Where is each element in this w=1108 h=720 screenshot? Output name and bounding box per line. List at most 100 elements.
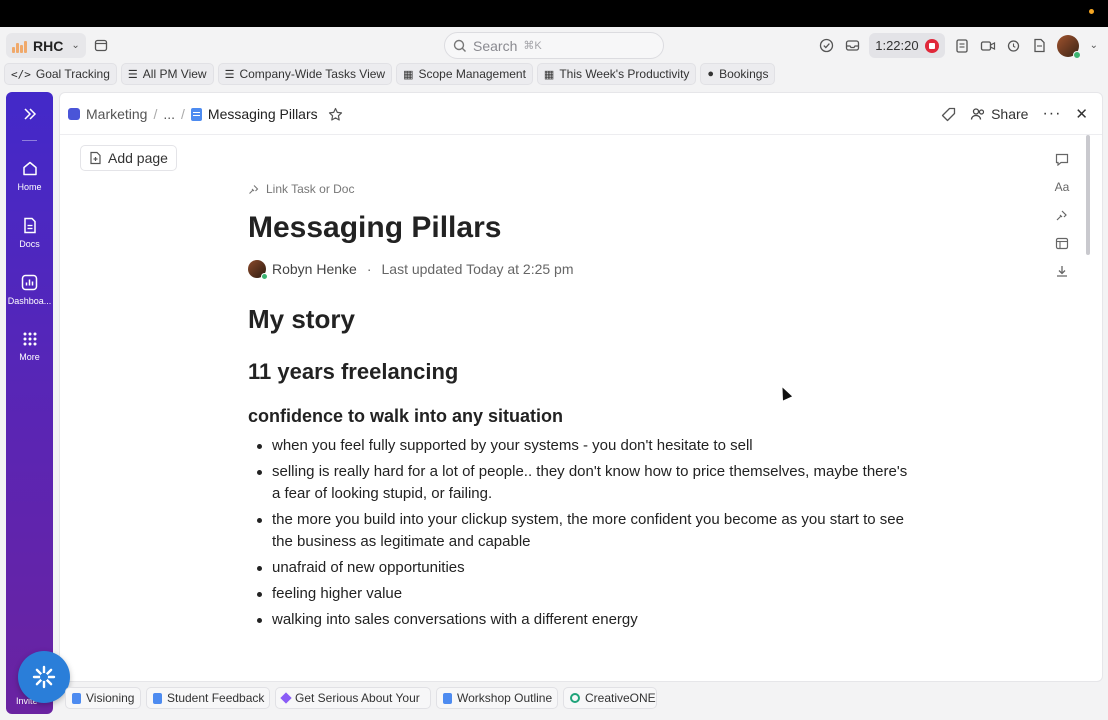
comment-icon[interactable] <box>1054 151 1070 167</box>
online-indicator <box>1072 50 1081 59</box>
link-task-icon[interactable] <box>1054 207 1070 223</box>
users-icon <box>970 108 985 120</box>
expand-sidebar-icon[interactable] <box>20 106 40 122</box>
sidebar-item-home[interactable]: Home <box>6 160 53 208</box>
workspace-logo-icon <box>12 39 28 53</box>
tray-item-visioning[interactable]: Visioning <box>65 687 141 709</box>
layout-icon[interactable] <box>1054 235 1070 251</box>
space-icon <box>68 108 80 120</box>
doc-icon <box>153 692 162 704</box>
docs-icon[interactable] <box>1031 37 1049 55</box>
search-placeholder: Search <box>473 37 518 54</box>
list-item[interactable]: the more you build into your clickup sys… <box>248 509 908 553</box>
star-icon[interactable] <box>328 107 343 122</box>
video-icon[interactable] <box>979 37 997 55</box>
sparkle-icon <box>32 665 56 689</box>
dashboards-icon <box>21 274 38 291</box>
minimized-tray: Visioning Student Feedback Get Serious A… <box>59 684 1103 712</box>
author-avatar[interactable] <box>248 260 268 280</box>
chevron-down-icon: ⌄ <box>71 40 80 51</box>
more-options-icon[interactable]: ··· <box>1042 105 1061 123</box>
header-divider <box>60 134 1102 135</box>
inbox-icon[interactable] <box>843 37 861 55</box>
download-icon[interactable] <box>1054 263 1070 279</box>
favorite-goal-tracking[interactable]: </> Goal Tracking <box>4 63 117 85</box>
tray-item-workshop-outline[interactable]: Workshop Outline <box>436 687 558 709</box>
scrollbar[interactable] <box>1086 135 1090 255</box>
docs-icon <box>23 217 36 234</box>
sidebar-item-label: More <box>19 352 40 362</box>
breadcrumb-current[interactable]: Messaging Pillars <box>208 106 318 122</box>
online-indicator <box>261 273 268 280</box>
add-page-button[interactable]: Add page <box>80 145 177 171</box>
checklist-icon: ☰ <box>224 68 235 81</box>
stop-recording-icon[interactable] <box>924 38 939 53</box>
dashboard-icon: ▦ <box>403 68 414 81</box>
favorite-scope-management[interactable]: ▦ Scope Management <box>396 63 533 85</box>
doc-side-toolbar: Aa <box>1052 151 1072 279</box>
new-task-icon[interactable] <box>817 37 835 55</box>
heading-3[interactable]: confidence to walk into any situation <box>248 406 908 430</box>
chevron-down-icon[interactable]: ⌄ <box>1090 40 1098 51</box>
time-tracker[interactable]: 1:22:20 <box>869 33 945 58</box>
doc-content: Link Task or Doc Messaging Pillars Robyn… <box>248 181 908 635</box>
breadcrumb-separator: / <box>153 106 158 122</box>
meta-separator: · <box>366 261 372 277</box>
doc-header-actions: Share ··· ✕ <box>941 104 1088 124</box>
doc-author-line: Robyn Henke · Last updated Today at 2:25… <box>248 259 908 280</box>
sidebar: Home Docs Dashboa... More Invite <box>6 92 53 714</box>
alarm-clock-icon[interactable] <box>1005 37 1023 55</box>
heading-1[interactable]: My story <box>248 304 908 336</box>
search-bar[interactable]: Search ⌘K <box>444 32 664 59</box>
close-icon[interactable]: ✕ <box>1075 105 1088 123</box>
text-format-icon[interactable]: Aa <box>1054 179 1070 195</box>
tray-item-student-feedback[interactable]: Student Feedback <box>146 687 270 709</box>
dashboard-icon: ▦ <box>543 68 555 81</box>
list-item[interactable]: feeling higher value <box>248 583 908 605</box>
link-icon <box>249 185 259 194</box>
breadcrumb-separator: / <box>181 106 185 122</box>
top-right-toolbar: 1:22:20 ⌄ <box>817 32 1098 59</box>
list-item[interactable]: when you feel fully supported by your sy… <box>248 435 908 457</box>
user-avatar[interactable] <box>1056 34 1081 59</box>
sidebar-item-more[interactable]: More <box>6 331 53 379</box>
tag-icon[interactable] <box>941 107 956 122</box>
share-label: Share <box>991 106 1029 122</box>
breadcrumb: Marketing / ... / Messaging Pillars <box>68 105 343 123</box>
top-bar: RHC ⌄ Search ⌘K 1:22:20 ⌄ <box>0 27 1108 63</box>
sidebar-item-docs[interactable]: Docs <box>6 217 53 265</box>
doc-title[interactable]: Messaging Pillars <box>248 211 908 251</box>
search-shortcut: ⌘K <box>523 40 542 52</box>
favorite-bookings[interactable]: ● Bookings <box>700 63 776 85</box>
favorite-all-pm-view[interactable]: ☰ All PM View <box>120 63 214 85</box>
heading-2[interactable]: 11 years freelancing <box>248 359 908 387</box>
list-item[interactable]: selling is really hard for a lot of peop… <box>248 461 908 505</box>
sidebar-divider <box>22 140 37 141</box>
calendar-icon[interactable] <box>92 36 110 54</box>
grid-icon <box>23 332 36 346</box>
link-task-label: Link Task or Doc <box>266 182 355 196</box>
add-page-icon <box>90 151 101 165</box>
notepad-icon[interactable] <box>953 37 971 55</box>
sidebar-item-dashboards[interactable]: Dashboa... <box>6 274 53 322</box>
status-dot <box>1089 9 1094 14</box>
doc-panel: Marketing / ... / Messaging Pillars Shar… <box>59 92 1103 682</box>
list-item[interactable]: walking into sales conversations with a … <box>248 609 908 631</box>
favorite-weekly-productivity[interactable]: ▦ This Week's Productivity <box>536 63 697 85</box>
share-button[interactable]: Share <box>970 106 1028 122</box>
breadcrumb-space[interactable]: Marketing <box>86 106 147 122</box>
author-name[interactable]: Robyn Henke <box>272 261 357 277</box>
doc-icon <box>190 107 202 121</box>
link-task-button[interactable]: Link Task or Doc <box>248 181 908 197</box>
system-menu-bar <box>0 0 1108 27</box>
list-item[interactable]: unafraid of new opportunities <box>248 557 908 579</box>
workspace-switcher[interactable]: RHC ⌄ <box>6 33 86 58</box>
favorite-company-wide-tasks[interactable]: ☰ Company-Wide Tasks View <box>217 63 393 85</box>
tray-item-get-serious[interactable]: Get Serious About Your <box>275 687 431 709</box>
mic-icon: ● <box>707 68 715 80</box>
doc-icon <box>72 692 81 704</box>
tray-item-creativeone[interactable]: CreativeONE <box>563 687 657 709</box>
code-icon: </> <box>11 67 31 81</box>
breadcrumb-ellipsis[interactable]: ... <box>163 106 175 122</box>
search-icon <box>453 39 466 52</box>
